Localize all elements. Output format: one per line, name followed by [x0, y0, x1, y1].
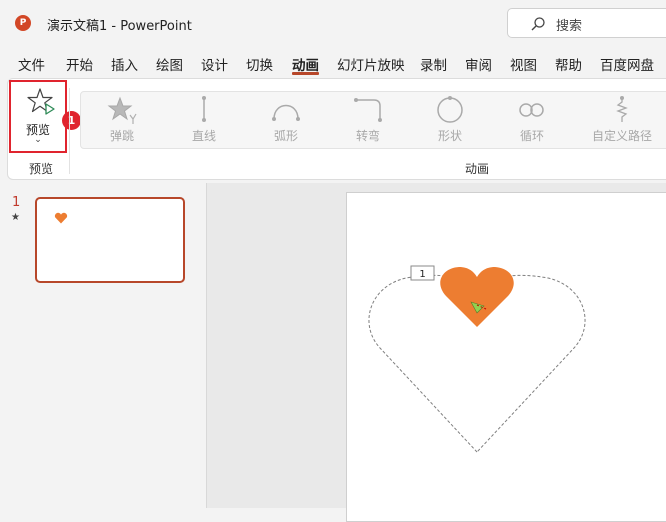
- bounce-icon: [107, 96, 137, 124]
- tab-view[interactable]: 视图: [510, 54, 537, 74]
- gallery-label: 直线: [191, 129, 216, 143]
- gallery-label: 循环: [519, 129, 544, 143]
- ribbon-group-separator: [69, 88, 70, 174]
- preview-star-icon: [27, 88, 55, 115]
- gallery-label: 自定义路径: [591, 129, 652, 143]
- gallery-item-turn[interactable]: 转弯: [338, 95, 398, 145]
- tab-baidu-netdisk[interactable]: 百度网盘: [600, 54, 654, 74]
- line-path-icon: [202, 96, 206, 122]
- gallery-item-bounce[interactable]: 弹跳: [92, 95, 152, 145]
- tab-insert[interactable]: 插入: [111, 54, 138, 74]
- gallery-label: 弹跳: [109, 129, 134, 143]
- slide-thumbnail[interactable]: [35, 197, 185, 283]
- window-title: 演示文稿1 - PowerPoint: [47, 19, 192, 34]
- gallery-item-shape[interactable]: 形状: [420, 95, 480, 145]
- tab-record[interactable]: 录制: [420, 54, 447, 74]
- preview-group-label: 预览: [29, 162, 54, 176]
- slide-number: 1: [12, 195, 21, 210]
- arc-path-icon: [272, 104, 300, 121]
- turn-path-icon: [354, 98, 382, 122]
- slide-canvas[interactable]: [346, 192, 666, 522]
- gallery-item-arc[interactable]: 弧形: [256, 95, 316, 145]
- preview-button[interactable]: 预览 ⌄: [9, 80, 67, 153]
- gallery-item-line[interactable]: 直线: [174, 95, 234, 145]
- powerpoint-logo-icon: P: [15, 15, 31, 31]
- loop-path-icon: [519, 103, 544, 117]
- custom-path-icon: [616, 96, 628, 122]
- gallery-item-loop[interactable]: 循环: [502, 95, 562, 145]
- tab-design[interactable]: 设计: [201, 54, 228, 74]
- tab-help[interactable]: 帮助: [555, 54, 582, 74]
- search-box[interactable]: 搜索: [507, 8, 666, 38]
- title-bar: P 演示文稿1 - PowerPoint 搜索: [0, 0, 666, 46]
- shape-path-icon: [437, 96, 463, 123]
- gallery-label: 弧形: [273, 129, 298, 143]
- gallery-label: 转弯: [355, 129, 380, 143]
- step-badge: 1: [62, 111, 81, 130]
- animation-group-label: 动画: [465, 162, 490, 176]
- tab-transitions[interactable]: 切换: [246, 54, 273, 74]
- tab-slideshow[interactable]: 幻灯片放映: [337, 54, 405, 74]
- active-tab-indicator: [292, 72, 319, 75]
- animation-marker-icon: ★: [11, 212, 20, 223]
- tab-file[interactable]: 文件: [18, 54, 45, 74]
- tab-animations[interactable]: 动画: [292, 54, 319, 74]
- ribbon-tabs: 文件 开始 插入 绘图 设计 切换 动画 幻灯片放映 录制 审阅 视图 帮助 百…: [0, 48, 666, 78]
- search-placeholder: 搜索: [556, 19, 583, 34]
- tab-review[interactable]: 审阅: [465, 54, 492, 74]
- heart-thumbnail-icon: [54, 212, 68, 224]
- tab-draw[interactable]: 绘图: [156, 54, 183, 74]
- gallery-item-custom-path[interactable]: 自定义路径: [584, 95, 660, 145]
- chevron-down-icon[interactable]: ⌄: [11, 135, 65, 145]
- tab-home[interactable]: 开始: [66, 54, 93, 74]
- gallery-label: 形状: [437, 129, 462, 143]
- search-icon: [531, 17, 545, 31]
